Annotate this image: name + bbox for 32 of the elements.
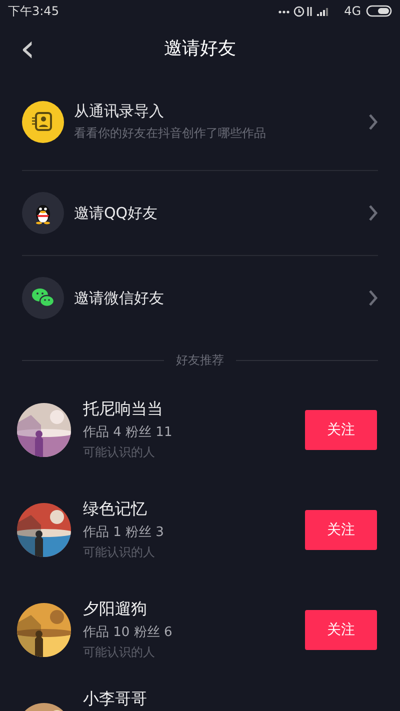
user-name: 夕阳遛狗 (83, 599, 148, 620)
user-reason: 可能认识的人 (83, 544, 156, 561)
user-name: 托尼响当当 (83, 399, 164, 420)
invite-item[interactable]: 从通讯录导入 看看你的好友在抖音创作了哪些作品 (22, 74, 378, 170)
network-label: 4G (344, 4, 361, 18)
follow-button[interactable]: 关注 (305, 410, 377, 450)
chevron-right-icon (368, 113, 378, 131)
follow-button[interactable]: 关注 (305, 510, 377, 550)
user-name: 绿色记忆 (83, 499, 148, 520)
user-reason: 可能认识的人 (83, 644, 156, 661)
chat-bubbles-icon (22, 277, 64, 319)
chevron-right-icon (368, 204, 378, 222)
status-time: 下午3:45 (8, 2, 59, 20)
user-stats: 作品 1 粉丝 3 (83, 524, 165, 541)
follow-button[interactable]: 关注 (305, 610, 377, 650)
section-title: 好友推荐 (176, 352, 224, 368)
invite-title: 邀请QQ好友 (74, 204, 159, 222)
invite-title: 邀请微信好友 (74, 288, 165, 308)
user-reason: 可能认识的人 (83, 444, 156, 461)
page-title: 邀请好友 (164, 37, 236, 60)
invite-item[interactable]: 邀请微信好友 (22, 255, 378, 340)
user-name: 小李哥哥 (83, 689, 148, 710)
penguin-icon (22, 192, 64, 234)
chevron-right-icon (368, 289, 378, 307)
invite-subtitle: 看看你的好友在抖音创作了哪些作品 (74, 125, 267, 142)
user-stats: 作品 10 粉丝 6 (83, 624, 174, 641)
user-stats: 作品 4 粉丝 11 (83, 424, 174, 441)
battery-icon (366, 5, 392, 17)
invite-title: 从通讯录导入 (74, 102, 165, 121)
invite-item[interactable]: 邀请QQ好友 (22, 170, 378, 255)
back-button[interactable]: ‹ (16, 30, 40, 66)
contact-card-icon (22, 101, 64, 143)
